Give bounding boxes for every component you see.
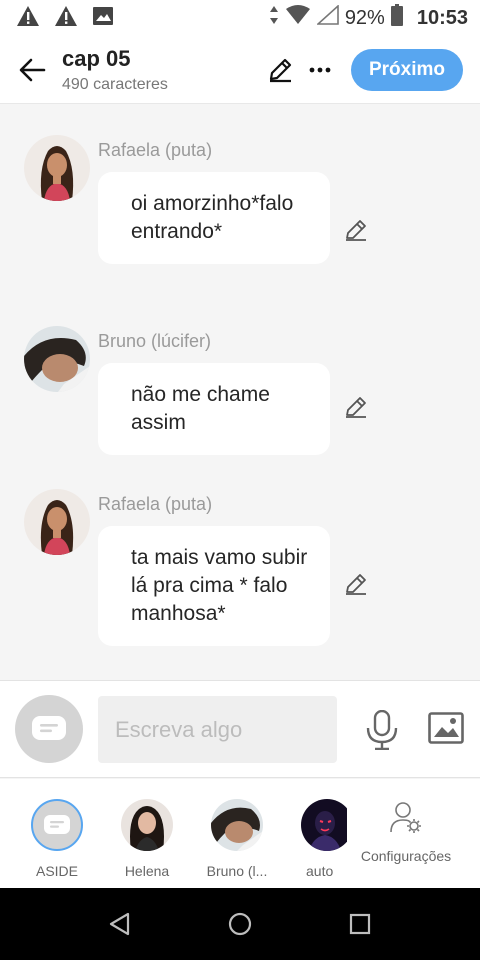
next-button[interactable]: Próximo <box>351 49 463 91</box>
pencil-icon <box>346 574 366 595</box>
settings-button[interactable]: Configurações <box>356 801 456 864</box>
battery-icon <box>390 4 403 32</box>
character-label: Bruno (l... <box>206 863 268 879</box>
avatar-rafaela <box>24 489 90 555</box>
avatar-helena <box>121 799 173 851</box>
message-bubble[interactable]: oi amorzinho*falo entrando* <box>98 172 330 264</box>
more-dots-icon <box>309 67 331 73</box>
aside-avatar <box>31 799 83 851</box>
avatar[interactable] <box>24 489 90 555</box>
pencil-icon <box>346 220 366 241</box>
image-button[interactable] <box>428 712 464 744</box>
avatar <box>211 799 263 851</box>
square-recents-icon <box>349 913 371 935</box>
warning-icon <box>54 5 78 32</box>
nav-recents-button[interactable] <box>346 910 374 938</box>
chat-bubble-icon <box>44 815 70 834</box>
sender-name: Bruno (lúcifer) <box>98 331 212 351</box>
image-icon <box>428 712 464 744</box>
wifi-icon <box>285 5 311 31</box>
battery-percent: 92% <box>344 6 385 29</box>
message-bubble[interactable]: ta mais vamo subir lá pra cima * falo ma… <box>98 526 330 646</box>
title-block: cap 05 490 caracteres <box>62 46 168 94</box>
triangle-back-icon <box>109 912 130 936</box>
gallery-notification-icon <box>92 6 114 31</box>
edit-message-button[interactable] <box>344 218 368 242</box>
nav-home-button[interactable] <box>226 910 254 938</box>
warning-icon <box>16 5 40 32</box>
character-bar: ASIDE Helena Bruno (l... auto Configuraç… <box>0 779 480 888</box>
pencil-icon <box>269 58 292 83</box>
composer <box>0 680 480 778</box>
character-helena[interactable]: Helena <box>107 799 187 879</box>
microphone-button[interactable] <box>364 709 400 751</box>
avatar-rafaela <box>24 135 90 201</box>
character-label: auto <box>306 863 334 879</box>
sender-name: Rafaela (puta) <box>98 494 213 514</box>
edit-title-button[interactable] <box>264 54 296 86</box>
character-aside[interactable]: ASIDE <box>17 799 97 879</box>
system-nav-bar <box>0 888 480 960</box>
user-settings-icon <box>390 802 421 833</box>
pencil-icon <box>346 397 366 418</box>
more-options-button[interactable] <box>306 54 334 86</box>
avatar-auto <box>301 799 347 851</box>
settings-label: Configurações <box>360 848 452 864</box>
avatar-bruno <box>24 326 90 392</box>
narrator-avatar-button[interactable] <box>15 695 83 763</box>
back-button[interactable] <box>14 52 50 88</box>
avatar-bruno <box>211 799 263 851</box>
avatar <box>301 799 347 851</box>
character-auto[interactable]: auto <box>287 799 347 879</box>
character-label: ASIDE <box>35 863 78 879</box>
edit-message-button[interactable] <box>344 572 368 596</box>
message-bubble[interactable]: não me chame assim <box>98 363 330 455</box>
sender-name: Rafaela (puta) <box>98 140 213 160</box>
data-arrows-icon <box>269 5 279 31</box>
message-list: Rafaela (puta) oi amorzinho*falo entrand… <box>0 104 480 680</box>
avatar[interactable] <box>24 326 90 392</box>
page-title: cap 05 <box>62 46 131 71</box>
circle-home-icon <box>228 912 252 936</box>
back-arrow-icon <box>19 58 46 82</box>
avatar <box>121 799 173 851</box>
character-label: Helena <box>124 863 170 879</box>
nav-back-button[interactable] <box>106 910 134 938</box>
edit-message-button[interactable] <box>344 395 368 419</box>
message-input[interactable] <box>98 696 337 763</box>
character-bruno[interactable]: Bruno (l... <box>197 799 277 879</box>
avatar[interactable] <box>24 135 90 201</box>
microphone-icon <box>366 709 398 751</box>
status-bar: 92% 10:53 <box>0 0 480 36</box>
character-count: 490 caracteres <box>62 76 168 93</box>
app-header: cap 05 490 caracteres Próximo <box>0 36 480 104</box>
signal-icon <box>315 4 339 31</box>
clock: 10:53 <box>416 6 468 29</box>
chat-bubble-icon <box>32 716 66 740</box>
